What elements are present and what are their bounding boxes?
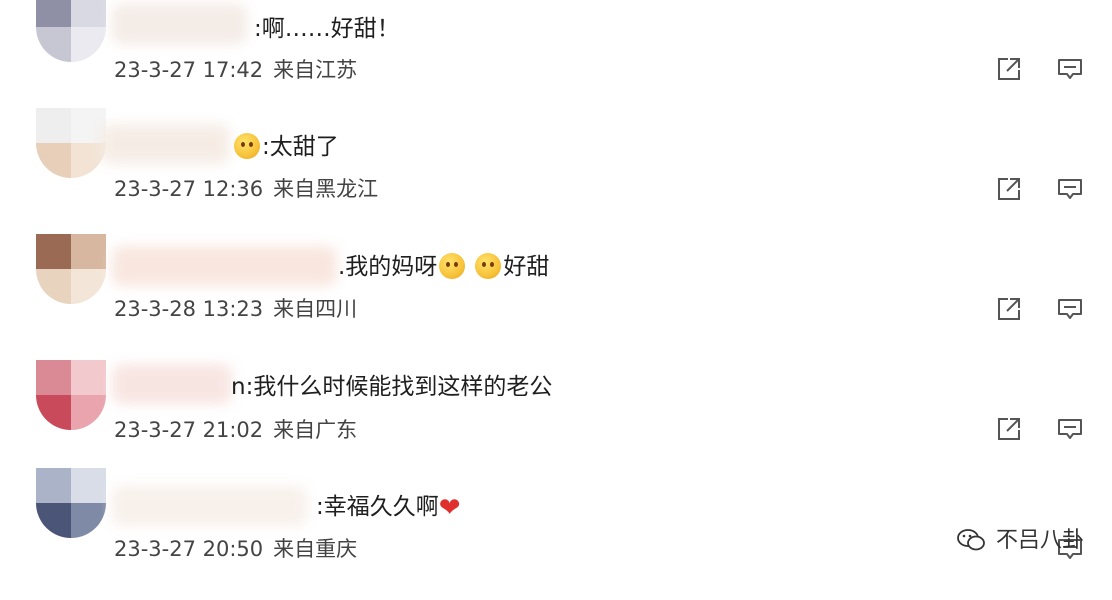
emoji-icon xyxy=(475,253,502,279)
location: 来自江苏 xyxy=(273,58,358,82)
comment-meta: 23-3-27 20:50 来自重庆 xyxy=(114,535,357,563)
location: 来自四川 xyxy=(273,297,358,321)
emoji-icon xyxy=(439,253,466,279)
username-redacted xyxy=(112,486,307,526)
watermark-text: 不吕八卦 xyxy=(995,528,1084,553)
comment-item: :啊……好甜！ 23-3-27 17:42 来自江苏 xyxy=(0,0,1112,120)
comment-text: :太甜了 xyxy=(232,132,339,162)
comment-meta: 23-3-27 17:42 来自江苏 xyxy=(114,56,357,84)
comment-meta: 23-3-27 12:36 来自黑龙江 xyxy=(114,175,378,203)
timestamp: 23-3-27 20:50 xyxy=(114,537,264,561)
comment-item: n:我什么时候能找到这样的老公 23-3-27 21:02 来自广东 xyxy=(0,360,1112,480)
location: 来自广东 xyxy=(273,418,358,442)
comment-text: :幸福久久啊❤ xyxy=(316,493,461,523)
share-icon[interactable] xyxy=(996,296,1022,322)
avatar[interactable] xyxy=(36,0,106,62)
timestamp: 23-3-27 17:42 xyxy=(114,58,264,82)
comment-item: .我的妈呀 好甜 23-3-28 13:23 来自四川 xyxy=(0,234,1112,360)
avatar[interactable] xyxy=(36,468,106,538)
avatar[interactable] xyxy=(36,234,106,304)
timestamp: 23-3-27 12:36 xyxy=(114,177,264,201)
share-icon[interactable] xyxy=(996,176,1022,202)
username-redacted xyxy=(112,4,247,44)
comment-item: :太甜了 23-3-27 12:36 来自黑龙江 xyxy=(0,108,1112,240)
comment-icon[interactable] xyxy=(1057,296,1083,322)
comment-icon[interactable] xyxy=(1057,176,1083,202)
comment-text: .我的妈呀 好甜 xyxy=(338,253,550,280)
comment-meta: 23-3-28 13:23 来自四川 xyxy=(114,295,357,323)
watermark: 不吕八卦 xyxy=(956,522,1084,554)
username-redacted xyxy=(100,124,230,164)
emoji-icon xyxy=(234,133,260,159)
avatar[interactable] xyxy=(36,360,106,430)
wechat-icon xyxy=(957,529,985,551)
location: 来自黑龙江 xyxy=(273,177,379,201)
timestamp: 23-3-27 21:02 xyxy=(114,418,264,442)
username-redacted xyxy=(112,364,232,404)
timestamp: 23-3-28 13:23 xyxy=(114,297,264,321)
comment-icon[interactable] xyxy=(1057,56,1083,82)
comment-text: :啊……好甜！ xyxy=(254,16,400,42)
share-icon[interactable] xyxy=(996,56,1022,82)
comment-icon[interactable] xyxy=(1057,416,1083,442)
username-redacted xyxy=(112,246,337,286)
location: 来自重庆 xyxy=(273,537,358,561)
comment-text: n:我什么时候能找到这样的老公 xyxy=(231,374,553,400)
avatar[interactable] xyxy=(36,108,106,178)
comment-meta: 23-3-27 21:02 来自广东 xyxy=(114,416,357,444)
share-icon[interactable] xyxy=(996,416,1022,442)
comment-item: :幸福久久啊❤ 23-3-27 20:50 来自重庆 xyxy=(0,468,1112,600)
heart-icon: ❤ xyxy=(438,493,461,523)
